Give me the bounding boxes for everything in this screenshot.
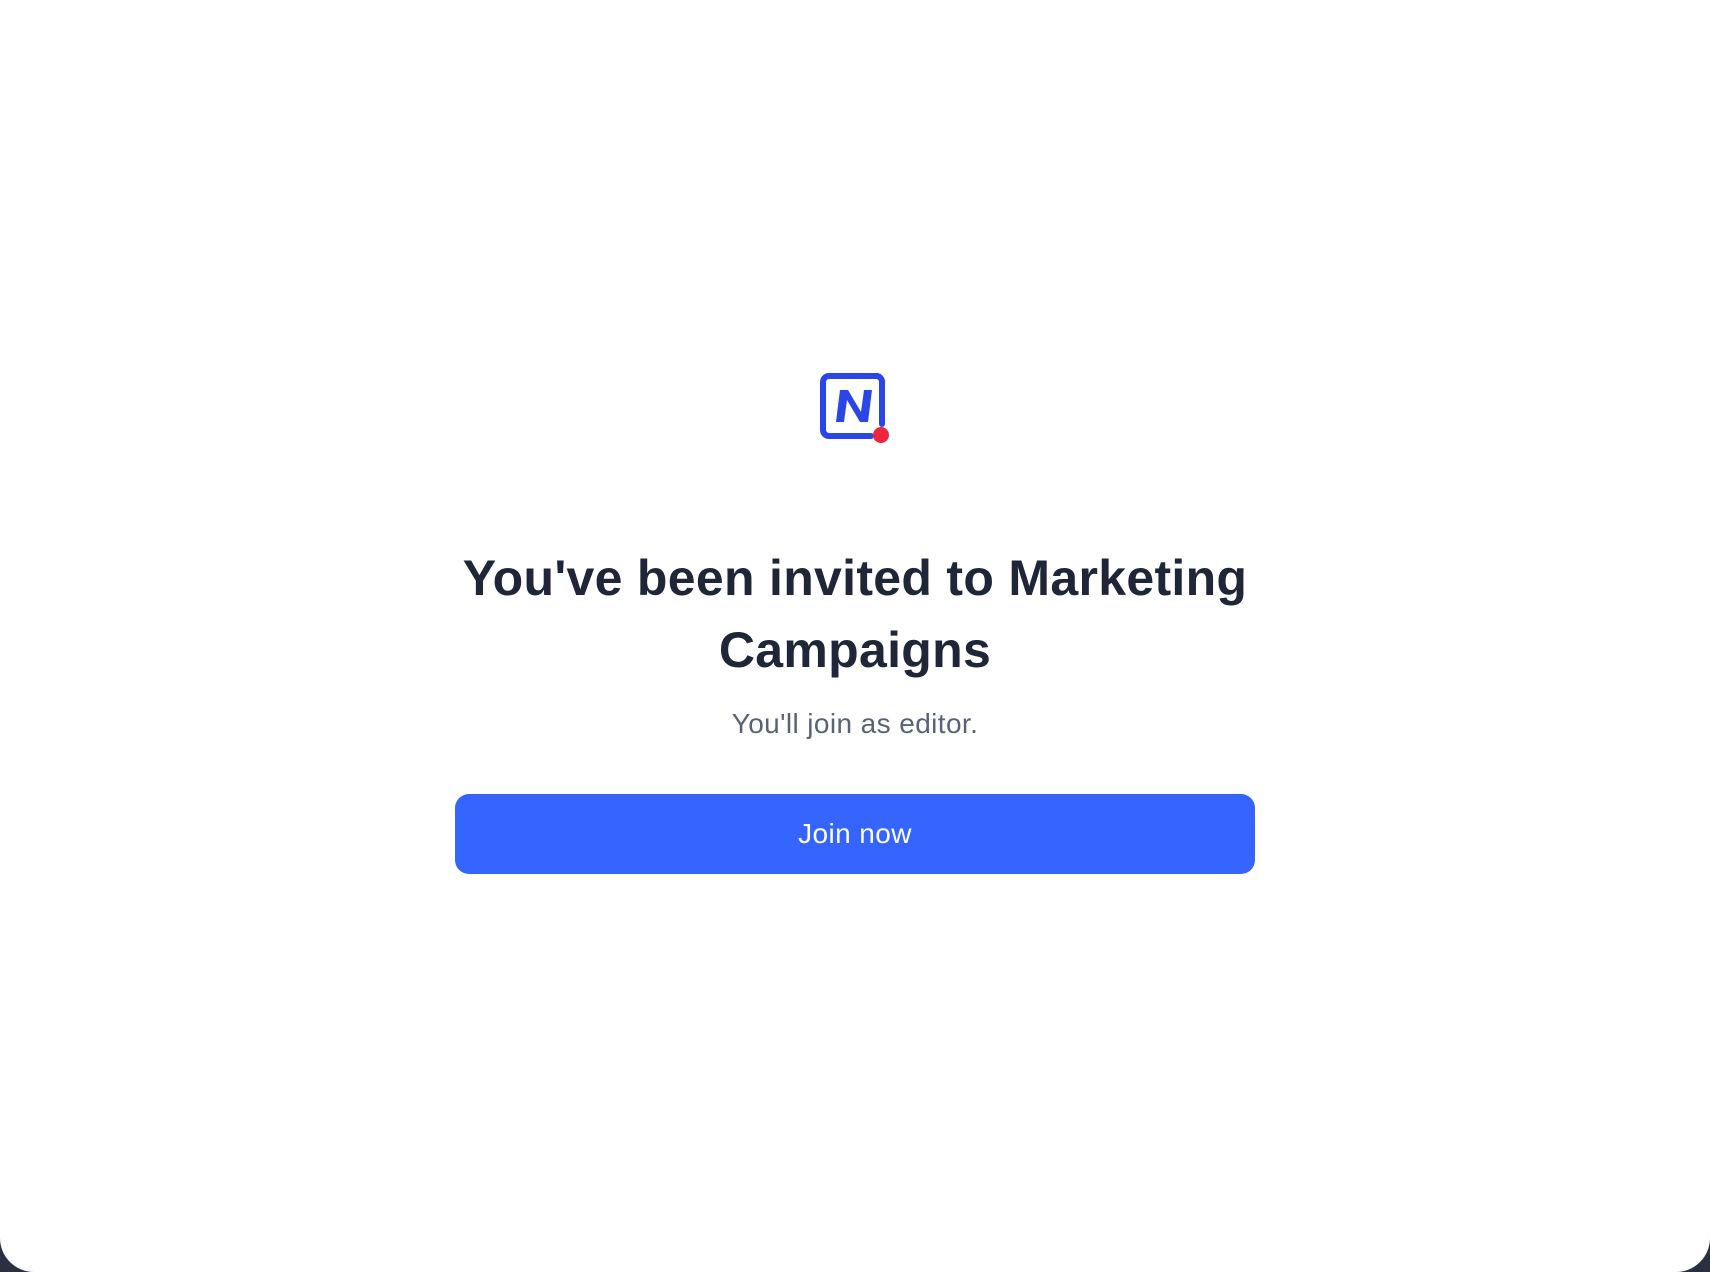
n-logo-icon (819, 372, 891, 444)
role-subtitle: You'll join as editor. (731, 708, 979, 739)
invite-title: You've been invited to Marketing Campaig… (462, 550, 1248, 678)
join-now-button[interactable]: Join now (455, 794, 1255, 874)
invite-page: You've been invited to Marketing Campaig… (0, 0, 1710, 1272)
